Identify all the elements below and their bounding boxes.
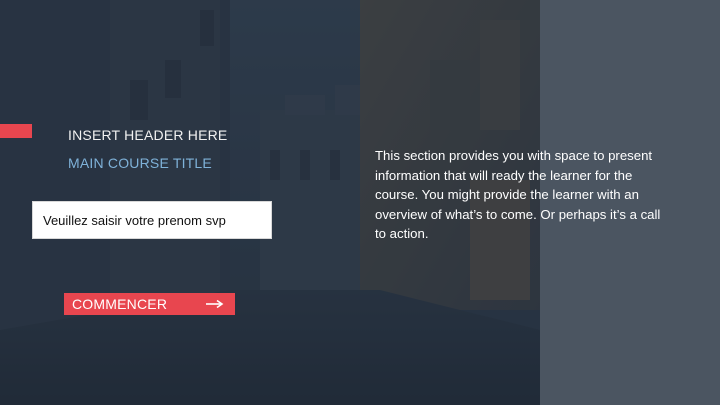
arrow-right-icon bbox=[201, 293, 229, 315]
start-button-label: COMMENCER bbox=[72, 296, 168, 312]
course-description: This section provides you with space to … bbox=[375, 148, 661, 242]
course-title: MAIN COURSE TITLE bbox=[68, 155, 212, 171]
accent-bar bbox=[0, 124, 32, 138]
start-button[interactable]: COMMENCER bbox=[64, 293, 235, 315]
first-name-input[interactable] bbox=[32, 201, 272, 239]
slide-header: INSERT HEADER HERE bbox=[68, 127, 228, 143]
slide: INSERT HEADER HERE MAIN COURSE TITLE COM… bbox=[0, 0, 720, 405]
